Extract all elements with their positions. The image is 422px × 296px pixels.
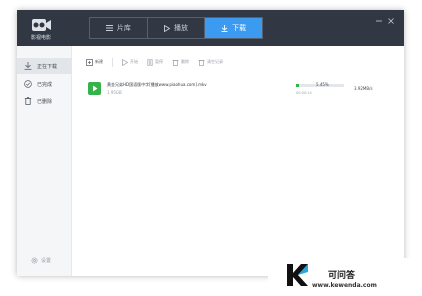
gear-icon: [31, 257, 38, 264]
download-icon: [23, 62, 32, 71]
start-label: 开始: [130, 59, 138, 64]
sidebar-item-label: 已删除: [37, 98, 53, 105]
settings-label: 设置: [41, 258, 52, 264]
main-nav-tabs: 片库 播放 下载: [89, 17, 263, 39]
tab-library[interactable]: 片库: [90, 18, 147, 38]
settings-button[interactable]: 设置: [31, 257, 51, 264]
download-icon: [221, 24, 228, 32]
trash-icon: [23, 97, 32, 106]
watermark-logo-icon: [287, 264, 308, 286]
sidebar-item-deleted[interactable]: 已删除: [17, 93, 72, 109]
watermark-name: 可问答: [328, 271, 356, 281]
minimize-icon: [376, 20, 382, 22]
tab-download[interactable]: 下载: [204, 18, 263, 38]
file-name: 黄金兄弟HD国语版中字[播放www.piaohua.com].mkv: [107, 82, 207, 87]
pause-icon: [147, 58, 153, 66]
tab-play-label: 播放: [174, 24, 188, 32]
elapsed-time: 00:00:14: [296, 91, 312, 95]
download-row[interactable]: 黄金兄弟HD国语版中字[播放www.piaohua.com].mkv 1.95G…: [84, 80, 394, 100]
watermark: 可问答 www.kewenda.com: [268, 258, 422, 296]
progress-percent: 5.45%: [316, 82, 329, 87]
progress-bar-fill: [296, 84, 299, 87]
tab-download-label: 下载: [232, 24, 247, 32]
sidebar: 正在下载 已完成 已删除 设置: [17, 46, 72, 276]
download-panel: 新建 开始 暂停 删除 清空记录 黄金兄弟HD国语版中字[播放www.piaoh…: [72, 46, 404, 276]
sidebar-item-label: 正在下载: [37, 63, 58, 70]
app-window: 影视电影 片库 播放 下载 正在下载 已完成 已删除 设置 新建 开始 暂停 删…: [17, 10, 404, 276]
tab-library-label: 片库: [116, 24, 131, 32]
file-size: 1.95GB: [107, 90, 122, 95]
video-file-icon: [88, 82, 101, 95]
pause-label: 暂停: [155, 59, 163, 64]
watermark-url: www.kewenda.com: [312, 282, 377, 289]
app-logo-text: 影视电影: [30, 35, 51, 41]
sidebar-item-completed[interactable]: 已完成: [17, 76, 72, 92]
new-file-icon: [86, 58, 93, 66]
film-camera-icon: [32, 19, 51, 31]
close-button[interactable]: [386, 16, 396, 26]
delete-button[interactable]: 删除: [172, 59, 189, 66]
start-button[interactable]: 开始: [122, 58, 138, 66]
clear-records-button[interactable]: 清空记录: [198, 59, 223, 66]
check-circle-icon: [23, 80, 32, 89]
trash-icon: [198, 59, 205, 66]
title-bar: 影视电影 片库 播放 下载: [17, 10, 404, 46]
new-task-label: 新建: [95, 59, 103, 64]
trash-icon: [172, 59, 179, 66]
toolbar-divider: [112, 57, 113, 67]
new-task-button[interactable]: 新建: [86, 58, 103, 66]
toolbar: 新建 开始 暂停 删除 清空记录: [86, 56, 232, 68]
play-icon: [122, 58, 128, 66]
sidebar-item-label: 已完成: [37, 81, 53, 88]
app-logo: 影视电影: [26, 15, 56, 43]
play-icon: [164, 24, 170, 32]
minimize-button[interactable]: [374, 16, 384, 26]
tab-play[interactable]: 播放: [146, 18, 205, 38]
close-icon: [388, 18, 394, 24]
download-speed: 3.92MB/s: [354, 86, 373, 91]
delete-label: 删除: [181, 59, 189, 64]
list-icon: [105, 25, 113, 31]
clear-records-label: 清空记录: [207, 59, 223, 64]
pause-button[interactable]: 暂停: [147, 58, 163, 66]
sidebar-item-downloading[interactable]: 正在下载: [17, 58, 72, 74]
